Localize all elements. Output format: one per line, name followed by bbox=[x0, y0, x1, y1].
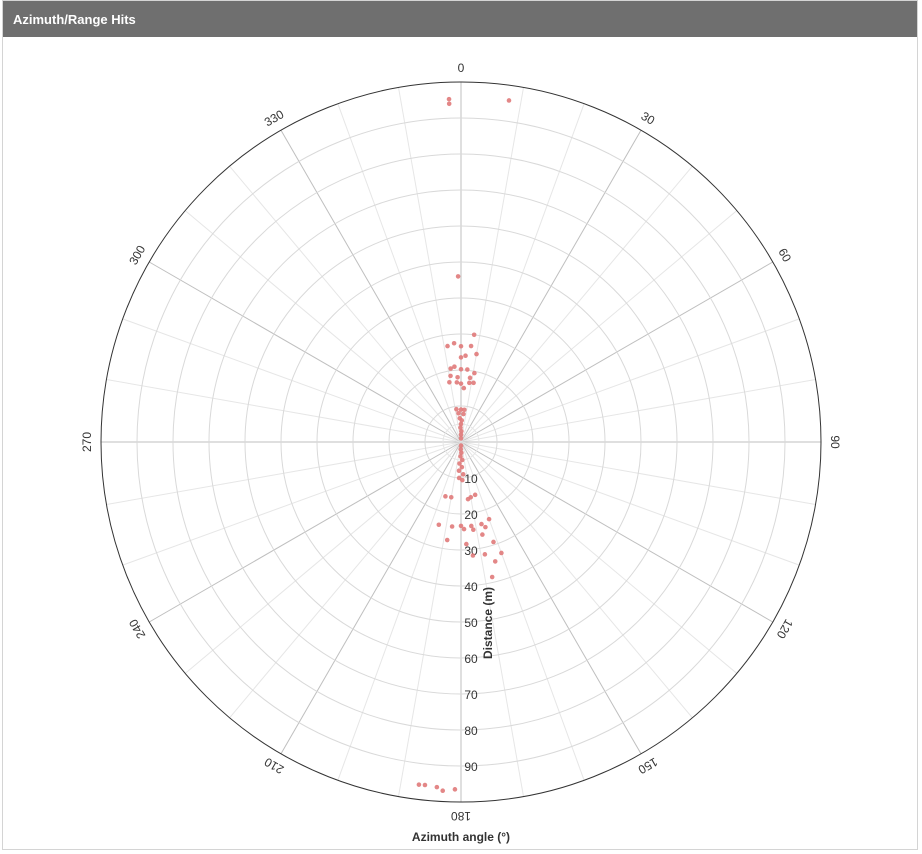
hit-point bbox=[436, 522, 442, 528]
hit-point bbox=[458, 355, 464, 360]
hit-point bbox=[474, 351, 479, 357]
hit-point bbox=[467, 375, 473, 381]
hit-point bbox=[468, 343, 474, 349]
hit-point bbox=[471, 332, 477, 338]
hit-point bbox=[458, 436, 464, 441]
hit-point bbox=[458, 343, 464, 349]
hit-point bbox=[455, 274, 461, 279]
hit-point bbox=[456, 468, 462, 474]
hit-point bbox=[449, 524, 455, 529]
distance-tick-label: 60 bbox=[464, 652, 478, 666]
hit-point bbox=[470, 553, 476, 558]
hit-point bbox=[443, 494, 448, 499]
hit-point bbox=[483, 524, 488, 530]
azimuth-tick-label: 30 bbox=[639, 109, 658, 128]
distance-tick-label: 80 bbox=[464, 724, 478, 738]
azimuth-tick-label: 270 bbox=[80, 432, 94, 452]
hit-point bbox=[479, 521, 484, 527]
hit-point bbox=[506, 98, 512, 103]
hit-point bbox=[461, 526, 467, 532]
hit-point bbox=[465, 367, 470, 372]
hit-point bbox=[460, 472, 466, 477]
hit-point bbox=[499, 550, 504, 556]
azimuth-tick-label: 150 bbox=[635, 755, 660, 777]
azimuth-tick-label: 180 bbox=[451, 809, 471, 823]
distance-tick-label: 70 bbox=[464, 688, 478, 702]
hit-point bbox=[447, 379, 452, 385]
hit-point bbox=[456, 411, 461, 416]
hit-point bbox=[454, 380, 460, 385]
azimuth-tick-label: 330 bbox=[262, 107, 287, 129]
hit-point bbox=[434, 784, 440, 790]
hit-point bbox=[486, 516, 492, 522]
hit-point bbox=[451, 340, 457, 346]
hit-point bbox=[422, 782, 428, 788]
hit-point bbox=[444, 537, 450, 543]
hit-point bbox=[472, 492, 478, 498]
hit-point bbox=[416, 782, 422, 787]
hit-point bbox=[448, 495, 454, 500]
hit-point bbox=[461, 411, 466, 417]
azimuth-tick-label: 60 bbox=[775, 246, 794, 265]
azimuth-tick-label: 210 bbox=[262, 755, 287, 777]
distance-axis-title: Distance (m) bbox=[481, 587, 495, 659]
azimuth-tick-label: 120 bbox=[774, 617, 796, 642]
polar-chart: 0306090120150180210240270300330 10203040… bbox=[80, 61, 842, 844]
distance-tick-label: 40 bbox=[464, 580, 478, 594]
azimuth-tick-label: 300 bbox=[126, 243, 148, 268]
distance-tick-label: 50 bbox=[464, 616, 478, 630]
hit-point bbox=[454, 406, 459, 412]
hit-point bbox=[448, 373, 453, 379]
hit-point bbox=[472, 370, 477, 376]
hit-point bbox=[463, 353, 468, 359]
hit-point bbox=[446, 101, 452, 107]
distance-tick-label: 90 bbox=[464, 760, 478, 774]
azimuth-tick-label: 0 bbox=[458, 61, 465, 75]
hit-point bbox=[482, 552, 488, 557]
azimuth-axis-title: Azimuth angle (°) bbox=[412, 830, 510, 844]
hit-point bbox=[467, 380, 472, 386]
hit-point bbox=[455, 374, 460, 380]
distance-tick-label: 20 bbox=[464, 508, 478, 522]
hit-point bbox=[446, 96, 452, 102]
hit-point bbox=[459, 464, 465, 470]
azimuth-tick-label: 240 bbox=[126, 616, 148, 641]
azimuth-tick-label: 90 bbox=[828, 435, 842, 449]
hit-point bbox=[492, 559, 498, 564]
hit-point bbox=[465, 496, 471, 502]
hit-point bbox=[489, 574, 495, 580]
hit-point bbox=[480, 532, 485, 537]
hit-point bbox=[471, 527, 476, 532]
hit-point bbox=[458, 366, 464, 372]
hit-point bbox=[462, 407, 467, 413]
hit-point bbox=[464, 541, 469, 547]
distance-ticks: 102030405060708090 bbox=[464, 472, 478, 774]
chart-grid bbox=[100, 81, 822, 803]
hit-point bbox=[460, 477, 465, 483]
hit-point bbox=[471, 380, 476, 386]
hit-point bbox=[440, 788, 446, 794]
hit-point bbox=[452, 787, 458, 792]
hit-point bbox=[458, 381, 464, 386]
distance-tick-label: 10 bbox=[464, 472, 478, 486]
hit-point bbox=[448, 366, 453, 371]
hit-point bbox=[461, 385, 467, 391]
hit-point bbox=[445, 343, 450, 349]
hit-point bbox=[491, 539, 496, 545]
